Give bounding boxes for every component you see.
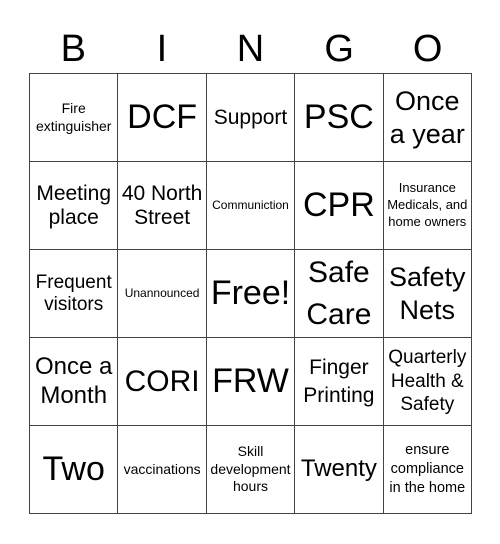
cell-text: CORI [124,365,200,398]
free-space-text: Free! [210,273,291,312]
bingo-cell[interactable]: PSC [295,74,384,162]
bingo-cell[interactable]: Meeting place [30,162,119,250]
cell-text: Safety Nets [389,262,466,325]
bingo-cell[interactable]: Communiction [206,162,296,250]
bingo-cell[interactable]: Unannounced [118,250,207,338]
bingo-cell[interactable]: CORI [118,338,207,426]
bingo-cell[interactable]: 40 North Street [118,162,207,250]
bingo-cell[interactable]: Insurance Medicals, and home owners [383,162,472,250]
cell-text: Once a Month [35,352,113,409]
cell-text: Insurance Medicals, and home owners [387,180,468,229]
cell-text: Frequent visitors [35,271,112,315]
bingo-cell[interactable]: Free! [206,250,296,338]
header-letter-i: I [156,28,168,70]
bingo-cell[interactable]: DCF [118,74,207,162]
cell-text: vaccinations [123,460,201,477]
bingo-cell[interactable]: Safety Nets [383,250,472,338]
cell-text: Support [213,105,288,129]
header-letter-b: B [60,28,86,70]
bingo-cell[interactable]: Support [206,74,296,162]
bingo-cell[interactable]: ensure compliance in the home [383,426,472,514]
header-letter-n: N [236,28,265,70]
header-letter-o: O [412,28,443,70]
cell-text: Twenty [300,455,377,483]
cell-text: DCF [127,97,198,136]
bingo-cell[interactable]: Once a year [383,74,472,162]
header-letter-g: G [324,28,354,70]
bingo-cell[interactable]: CPR [295,162,384,250]
bingo-grid: Fire extinguisher DCF Support PSC Once a… [29,73,472,514]
cell-text: Once a year [389,86,465,149]
cell-text: Safe Care [306,255,372,331]
bingo-cell[interactable]: FRW [206,338,296,426]
bingo-cell[interactable]: Frequent visitors [30,250,119,338]
bingo-cell[interactable]: Quarterly Health & Safety [383,338,472,426]
cell-text: CPR [302,185,375,224]
bingo-cell[interactable]: Skill development hours [206,426,296,514]
cell-text: Skill development hours [210,443,291,495]
bingo-header: B I N G O [29,24,472,74]
bingo-cell[interactable]: Finger Printing [295,338,384,426]
cell-text: Quarterly Health & Safety [388,346,467,416]
bingo-cell[interactable]: vaccinations [118,426,207,514]
cell-text: Fire extinguisher [35,100,112,134]
cell-text: Meeting place [36,182,112,229]
bingo-cell[interactable]: Two [30,426,119,514]
cell-text: ensure compliance in the home [389,442,466,496]
bingo-cell[interactable]: Fire extinguisher [30,74,119,162]
cell-text: 40 North Street [121,182,203,229]
cell-text: Finger Printing [303,356,375,407]
cell-text: PSC [303,97,374,136]
cell-text: Two [42,449,105,488]
cell-text: Unannounced [124,285,200,300]
bingo-cell[interactable]: Once a Month [30,338,119,426]
cell-text: FRW [212,361,289,400]
cell-text: Communiction [212,197,289,212]
bingo-cell[interactable]: Twenty [295,426,384,514]
bingo-cell[interactable]: Safe Care [295,250,384,338]
